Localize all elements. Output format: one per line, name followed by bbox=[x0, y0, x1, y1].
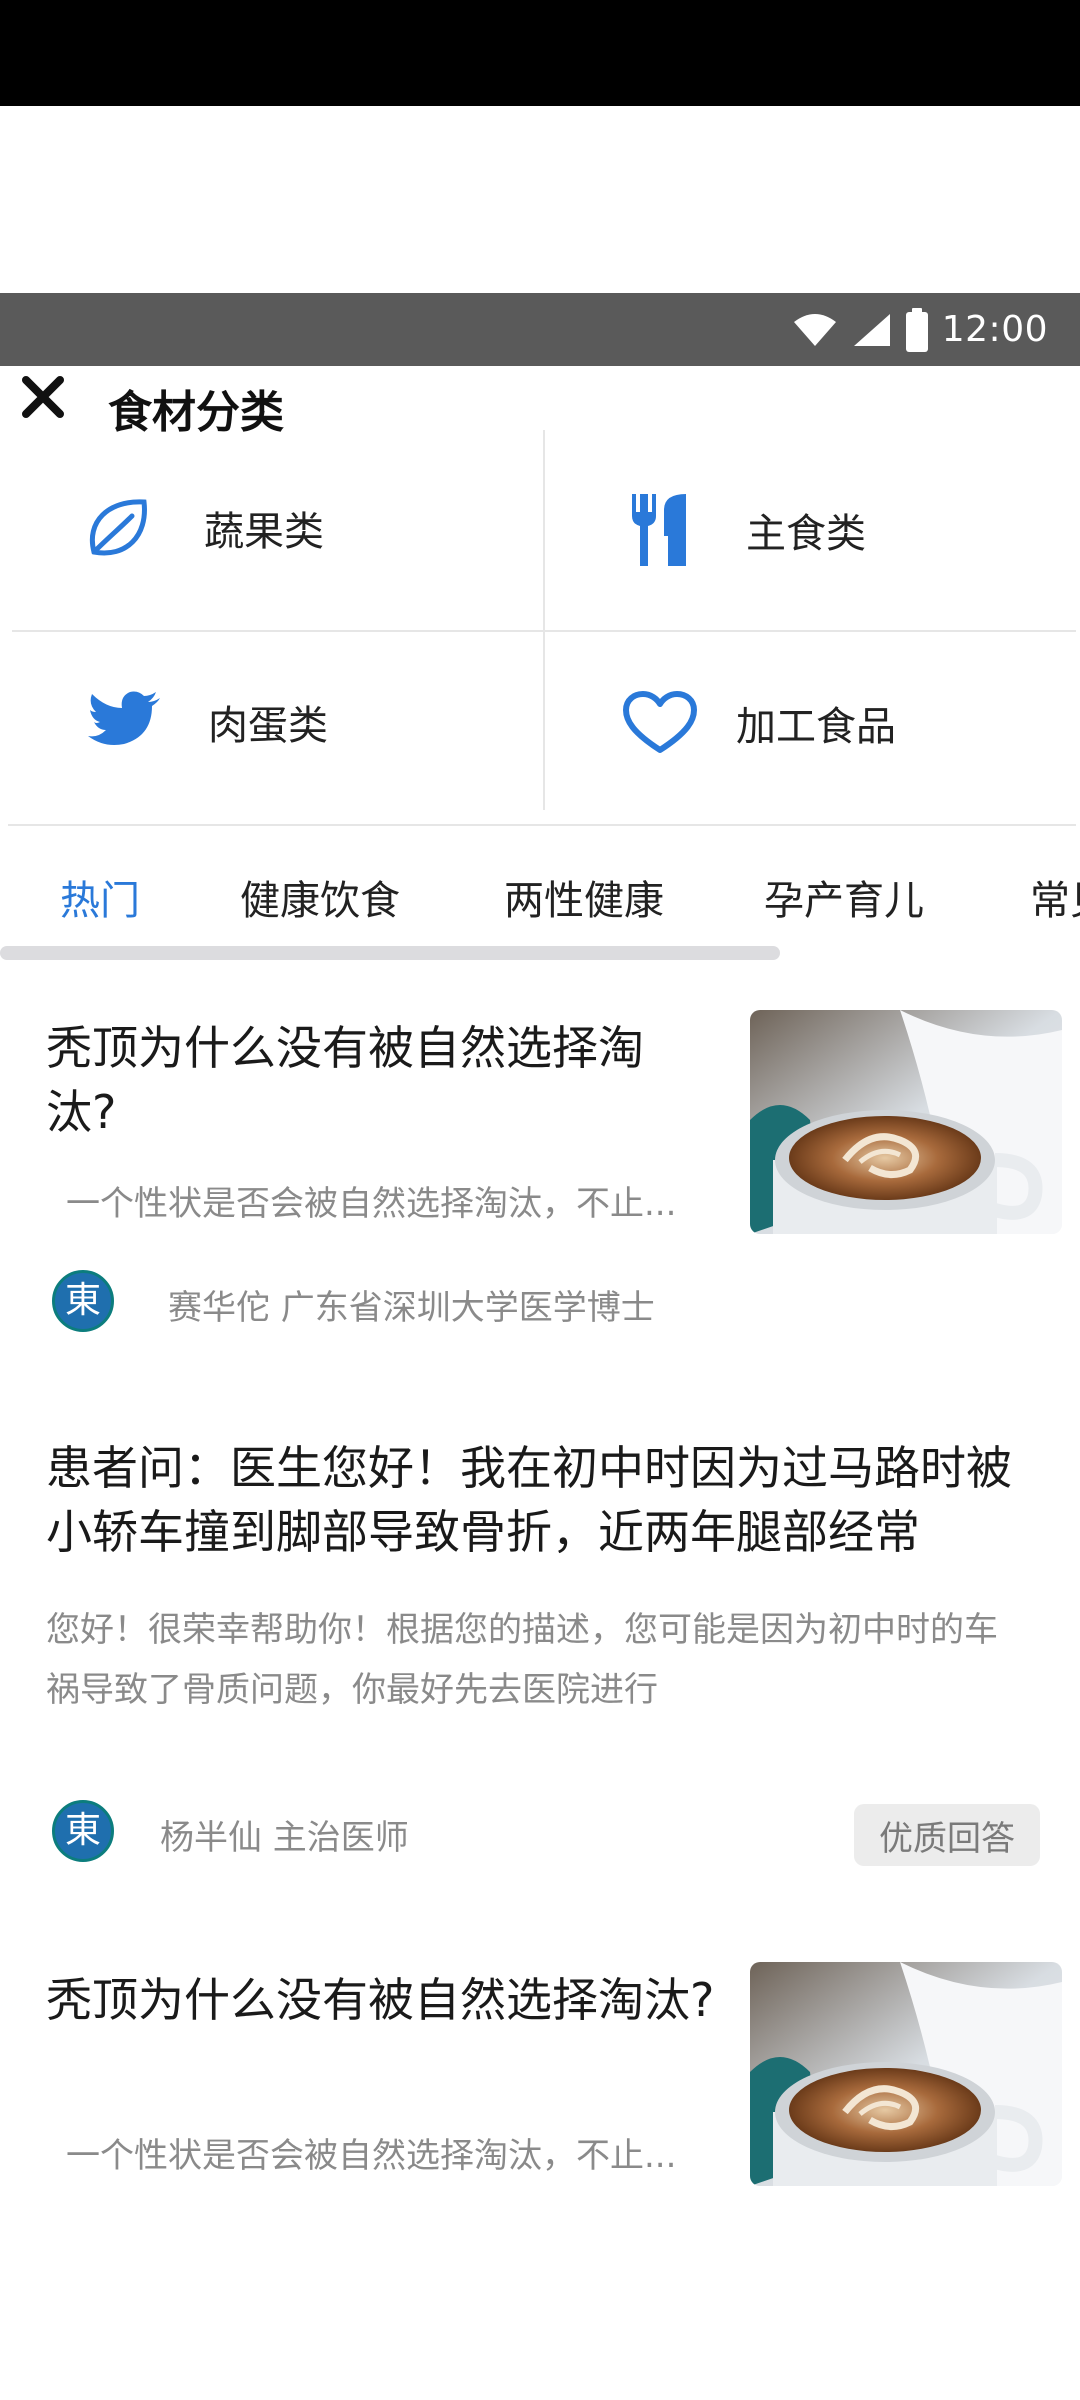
tab-pregnancy-parenting[interactable]: 孕产育儿 bbox=[764, 868, 924, 926]
avatar-text: 東 bbox=[64, 1280, 101, 1321]
tab-scrollbar[interactable] bbox=[0, 946, 1080, 960]
bird-icon bbox=[88, 691, 160, 745]
tab-healthy-diet[interactable]: 健康饮食 bbox=[240, 868, 400, 926]
category-label: 主食类 bbox=[746, 511, 866, 557]
coffee-image bbox=[750, 1962, 1062, 2186]
author-info[interactable]: 杨半仙 主治医师 bbox=[160, 1810, 409, 1859]
grid-divider-vertical bbox=[543, 430, 545, 810]
tab-common[interactable]: 常见 bbox=[1030, 868, 1080, 926]
author-info[interactable]: 赛华佗 广东省深圳大学医学博士 bbox=[168, 1280, 655, 1329]
article-thumbnail[interactable] bbox=[750, 1010, 1062, 1234]
coffee-image bbox=[750, 1010, 1062, 1234]
heart-icon bbox=[623, 691, 697, 753]
article-summary: 您好！很荣幸帮助你！根据您的描述，您可能是因为初中时的车祸导致了骨质问题，你最好… bbox=[46, 1610, 998, 1710]
signal-icon bbox=[853, 313, 890, 346]
close-button[interactable] bbox=[18, 372, 68, 422]
category-staple-food[interactable]: 主食类 bbox=[628, 492, 866, 568]
battery-icon bbox=[905, 307, 928, 352]
category-grid: 蔬果类 主食类 肉蛋类 加工食品 bbox=[0, 430, 1080, 826]
status-bar: 12:00 bbox=[0, 293, 1080, 366]
wifi-icon bbox=[793, 313, 836, 346]
avatar-text: 東 bbox=[64, 1810, 101, 1851]
article-title[interactable]: 患者问：医生您好！我在初中时因为过马路时被小轿车撞到脚部导致骨折，近两年腿部经常 bbox=[46, 1436, 1046, 1568]
avatar[interactable]: 東 bbox=[52, 1270, 114, 1332]
category-label: 肉蛋类 bbox=[208, 703, 328, 749]
category-processed-food[interactable]: 加工食品 bbox=[622, 690, 896, 756]
article-thumbnail[interactable] bbox=[750, 1962, 1062, 2186]
grid-divider-bottom bbox=[8, 824, 1076, 826]
article-title[interactable]: 秃顶为什么没有被自然选择淘汰? bbox=[46, 1016, 686, 1144]
tab-sexual-health[interactable]: 两性健康 bbox=[504, 868, 664, 926]
tab-bar: 热门 健康饮食 两性健康 孕产育儿 常见 bbox=[0, 862, 1080, 932]
screen: 12:00 食材分类 蔬果类 主食类 肉蛋类 加工食品 热门 健康饮食 两性健康… bbox=[0, 0, 1080, 2400]
status-time: 12:00 bbox=[941, 309, 1048, 350]
category-label: 蔬果类 bbox=[204, 509, 324, 555]
article-summary: 一个性状是否会被自然选择淘汰，不止... bbox=[66, 1184, 677, 1224]
tab-scrollbar-thumb[interactable] bbox=[0, 946, 780, 960]
header: 食材分类 bbox=[0, 366, 1080, 438]
category-vegetables-fruits[interactable]: 蔬果类 bbox=[82, 492, 324, 564]
category-meat-eggs[interactable]: 肉蛋类 bbox=[86, 690, 328, 754]
top-black-bar bbox=[0, 0, 1080, 106]
avatar[interactable]: 東 bbox=[52, 1800, 114, 1862]
grid-divider-horizontal bbox=[12, 630, 1076, 632]
article-summary: 一个性状是否会被自然选择淘汰，不止... bbox=[66, 2136, 677, 2176]
article-title[interactable]: 秃顶为什么没有被自然选择淘汰? bbox=[46, 1968, 746, 2032]
tab-hot[interactable]: 热门 bbox=[60, 868, 140, 926]
leaf-icon bbox=[89, 499, 147, 556]
category-label: 加工食品 bbox=[736, 704, 896, 750]
quality-answer-badge: 优质回答 bbox=[854, 1804, 1040, 1866]
fork-knife-icon bbox=[632, 494, 686, 566]
close-icon bbox=[22, 376, 64, 418]
